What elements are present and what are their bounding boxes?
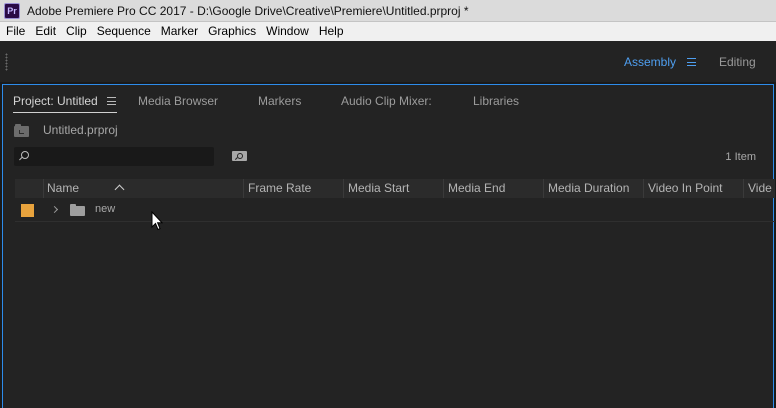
premiere-app-icon: Pr xyxy=(4,2,20,19)
menu-bar: File Edit Clip Sequence Marker Graphics … xyxy=(0,22,776,41)
menu-window[interactable]: Window xyxy=(261,22,314,41)
chevron-right-icon[interactable] xyxy=(50,205,59,214)
column-media-end[interactable]: Media End xyxy=(443,179,543,198)
new-search-bin-icon[interactable] xyxy=(232,151,247,161)
search-icon xyxy=(21,151,29,159)
tab-audio-clip-mixer[interactable]: Audio Clip Mixer: xyxy=(341,94,432,108)
menu-graphics[interactable]: Graphics xyxy=(203,22,261,41)
label-color-swatch[interactable] xyxy=(21,204,34,217)
project-file-icon xyxy=(14,124,29,137)
item-count: 1 Item xyxy=(725,151,756,163)
window-title-bar: Pr Adobe Premiere Pro CC 2017 - D:\Googl… xyxy=(0,0,776,22)
table-row[interactable]: new xyxy=(15,198,775,222)
mouse-cursor-icon xyxy=(151,211,163,231)
sort-ascending-icon xyxy=(114,184,125,195)
project-panel: Project: Untitled Media Browser Markers … xyxy=(2,84,775,408)
column-video-in-point[interactable]: Video In Point xyxy=(643,179,743,198)
tab-libraries[interactable]: Libraries xyxy=(473,94,519,108)
column-media-start[interactable]: Media Start xyxy=(343,179,443,198)
grip-handle-icon[interactable] xyxy=(5,53,8,71)
menu-help[interactable]: Help xyxy=(314,22,349,41)
menu-marker[interactable]: Marker xyxy=(156,22,203,41)
column-video-out-point[interactable]: Vide xyxy=(743,179,775,198)
table-header: Name Frame Rate Media Start Media End Me… xyxy=(15,179,775,198)
column-media-duration[interactable]: Media Duration xyxy=(543,179,643,198)
column-name-label: Name xyxy=(47,181,80,195)
tab-project[interactable]: Project: Untitled xyxy=(13,94,98,108)
menu-clip[interactable]: Clip xyxy=(61,22,92,41)
column-frame-rate[interactable]: Frame Rate xyxy=(243,179,343,198)
tab-media-browser[interactable]: Media Browser xyxy=(138,94,218,108)
window-title: Adobe Premiere Pro CC 2017 - D:\Google D… xyxy=(27,3,469,18)
menu-file[interactable]: File xyxy=(1,22,30,41)
panel-menu-icon[interactable] xyxy=(107,97,116,105)
bin-name[interactable]: new xyxy=(95,203,115,215)
menu-sequence[interactable]: Sequence xyxy=(92,22,156,41)
menu-edit[interactable]: Edit xyxy=(30,22,61,41)
workspace-editing-tab[interactable]: Editing xyxy=(719,55,756,69)
project-file-name: Untitled.prproj xyxy=(43,123,118,137)
workspace-menu-icon[interactable] xyxy=(687,58,696,66)
active-tab-underline xyxy=(13,112,117,113)
search-input[interactable] xyxy=(14,147,214,166)
workspace-bar: Assembly Editing xyxy=(0,41,776,82)
column-name[interactable]: Name xyxy=(43,179,243,198)
folder-bin-icon xyxy=(70,204,85,216)
workspace-assembly-tab[interactable]: Assembly xyxy=(624,55,676,69)
tab-markers[interactable]: Markers xyxy=(258,94,301,108)
